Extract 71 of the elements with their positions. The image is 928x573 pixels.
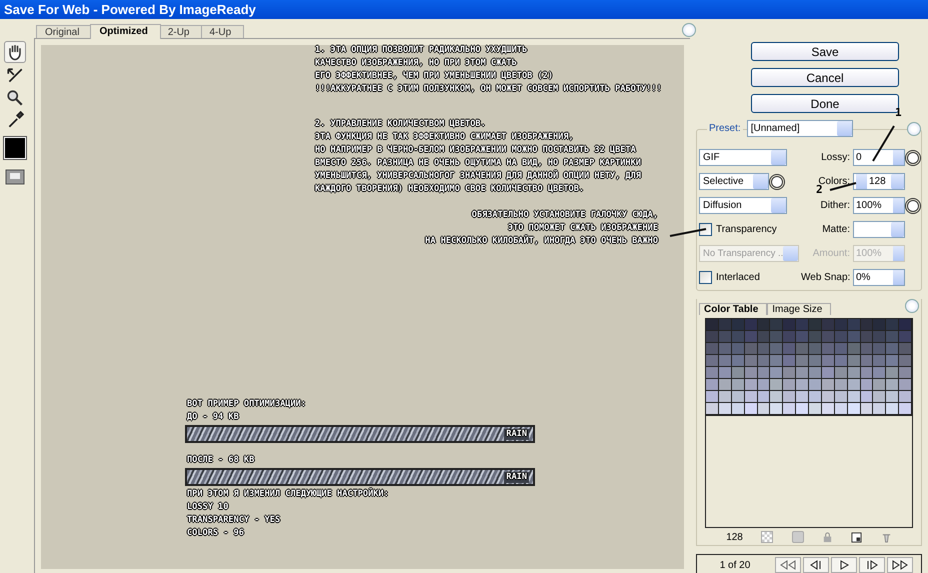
- slice-select-icon[interactable]: [6, 67, 24, 85]
- preset-label: Preset:: [707, 123, 743, 134]
- web-snap-field[interactable]: 0%: [853, 269, 905, 286]
- view-tab[interactable]: Original: [36, 25, 92, 39]
- mask-circle-icon[interactable]: [907, 200, 919, 212]
- note-text: ВМЕСТО 256. РАЗНИЦА НЕ ОЧЕНЬ ОЩУТИМА НА ВИД, НО РАЗМЕР КАРТИНКИ: [314, 157, 642, 170]
- frame-counter: 1 of 20: [718, 560, 752, 570]
- lossy-field[interactable]: 0: [853, 149, 905, 166]
- field-label: Amount:: [812, 248, 851, 259]
- note-text: ЭТА ФУНКЦИЯ НЕ ТАК ЭФФЕКТИВНО СЖИМАЕТ ИЗОБРАЖЕНИЯ,: [314, 131, 575, 144]
- note-text: !!!АККУРАТНЕЕ С ЭТИМ ПОЛЗУНКОМ, ОН МОЖЕТ СОВСЕМ ИСПОРТИТЬ РАБОТУ!!!: [314, 83, 663, 96]
- play-button[interactable]: [831, 557, 857, 573]
- note-text: 1. ЭТА ОПЦИЯ ПОЗВОЛИТ РАДИКАЛЬНО УХУДШИТЬ: [314, 44, 528, 57]
- panel-tab[interactable]: Color Table: [699, 303, 768, 315]
- example-text: ПОСЛЕ - 68 KB: [186, 454, 256, 467]
- example-text: ПРИ ЭТОМ Я ИЗМЕНИЛ СЛЕДУЮЩИЕ НАСТРОЙКИ:: [186, 488, 390, 501]
- leader-line: [670, 228, 706, 237]
- lock-icon[interactable]: [822, 532, 833, 542]
- reduction-dropdown[interactable]: Selective: [699, 173, 769, 190]
- note-text: НО НАПРИМЕР В ЧЕРНО-БЕЛОМ ИЗОБРАЖЕНИИ МОЖНО ПОСТАВИТЬ 32 ЦВЕТА: [314, 144, 637, 157]
- next-frame-button[interactable]: [859, 557, 885, 573]
- preview-icon[interactable]: [4, 169, 26, 185]
- color-table-drawing[interactable]: [706, 319, 912, 416]
- color-swatch[interactable]: [4, 137, 26, 159]
- note-text: ЭТО ПОМОЖЕТ СЖАТЬ ИЗОБРАЖЕНИЕ: [506, 222, 659, 235]
- dialog-button[interactable]: Save: [751, 42, 899, 61]
- example-text: ВОТ ПРИМЕР ОПТИМИЗАЦИИ:: [186, 398, 307, 411]
- field-label: Dither:: [820, 200, 851, 211]
- matte-dropdown[interactable]: [853, 221, 905, 238]
- preset-dropdown[interactable]: [Unnamed]: [746, 120, 853, 137]
- note-text: КАЧЕСТВО ИЗОБРАЖЕНИЯ, НО ПРИ ЭТОМ СЖАТЬ: [314, 57, 518, 70]
- mask-circle-icon[interactable]: [771, 176, 783, 188]
- panel-tab[interactable]: Image Size: [767, 303, 832, 315]
- fast-forward-icon: [892, 560, 908, 570]
- mask-circle-icon[interactable]: [907, 152, 919, 164]
- window-title: Save For Web - Powered By ImageReady: [0, 0, 928, 19]
- zoom-icon[interactable]: [6, 89, 24, 107]
- leader-line: [872, 125, 895, 162]
- rewind-icon: [780, 560, 796, 570]
- new-color-icon[interactable]: [851, 532, 862, 542]
- field-label: Lossy:: [820, 152, 851, 163]
- example-text: COLORS - 96: [186, 527, 245, 540]
- view-tab[interactable]: Optimized: [90, 24, 161, 39]
- example-text: LOSSY 10: [186, 501, 230, 514]
- hand-icon[interactable]: [4, 41, 26, 63]
- last-frame-button[interactable]: [887, 557, 913, 573]
- color-count: 128: [726, 532, 743, 542]
- annotation-number: 2: [815, 183, 823, 196]
- example-text: TRANSPARENCY - YES: [186, 514, 282, 527]
- note-text: 2. УПРАВЛЕНИЕ КОЛИЧЕСТВОМ ЦВЕТОВ.: [314, 118, 487, 131]
- note-text: КАЖДОГО ТВОРЕНИЯ) НЕОБХОДИМО СВОЕ КОЛИЧЕСТВО ЦВЕТОВ.: [314, 183, 586, 196]
- first-frame-button[interactable]: [775, 557, 801, 573]
- interlaced-checkbox[interactable]: Interlaced: [699, 271, 801, 284]
- note-text: УМЕНЬШИТСЯ, УНИВЕРСАЛЬНОГОГ ЗНАЧЕНИЯ ДЛЯ ДАННОЙ ОПЦИИ НЕТУ, ДЛЯ: [314, 170, 642, 183]
- note-text: ОБЯЗАТЕЛЬНО УСТАНОВИТЕ ГАЛОЧКУ СЮДА,: [470, 209, 659, 222]
- transparency-checkbox[interactable]: Transparency: [699, 223, 801, 236]
- view-tab[interactable]: 4-Up: [200, 25, 244, 39]
- eyedropper-icon[interactable]: [6, 111, 24, 129]
- previous-frame-button[interactable]: [803, 557, 829, 573]
- note-text: НА НЕСКОЛЬКО КИЛОБАЙТ, ИНОГДА ЭТО ОЧЕНЬ ВАЖНО: [424, 235, 659, 248]
- dither-field[interactable]: 100%: [853, 197, 905, 214]
- example-text: ДО - 94 KB: [186, 411, 240, 424]
- trash-icon[interactable]: [880, 532, 892, 542]
- banner-text: RAIN: [504, 472, 529, 482]
- dialog-button[interactable]: Cancel: [751, 68, 899, 87]
- note-text: ЕГО ЭФФЕКТИВНЕЕ, ЧЕМ ПРИ УМЕНЬШЕНИИ ЦВЕТОВ (2): [314, 70, 554, 83]
- field-label: Matte:: [821, 224, 851, 235]
- format-dropdown[interactable]: GIF: [699, 149, 787, 166]
- dither-dropdown[interactable]: Diffusion: [699, 197, 787, 214]
- field-label: Web Snap:: [801, 272, 852, 283]
- banner-text: RAIN: [504, 428, 529, 440]
